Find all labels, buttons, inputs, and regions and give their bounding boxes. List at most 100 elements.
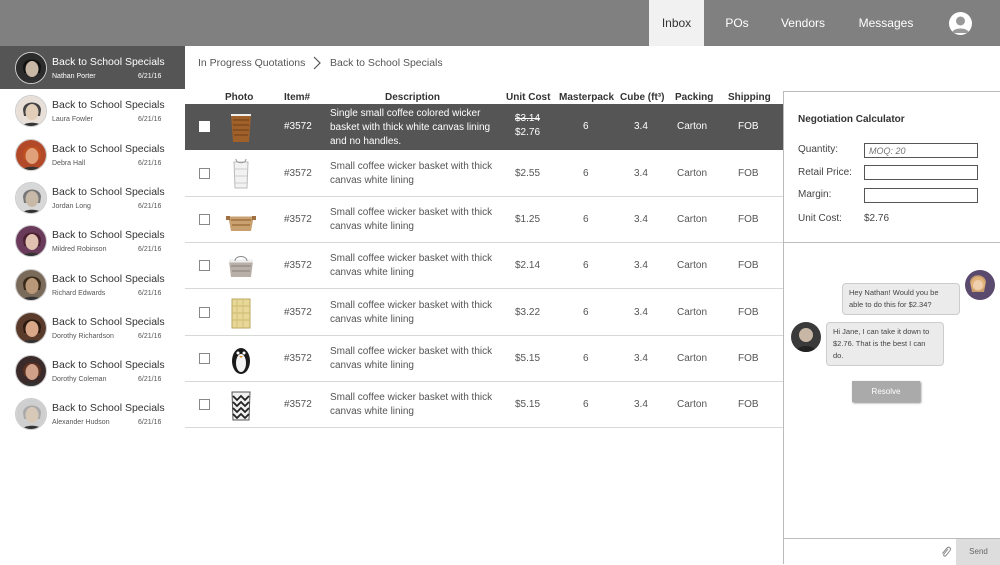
row-checkbox[interactable] — [199, 353, 210, 364]
calculator-title: Negotiation Calculator — [798, 114, 905, 125]
contact-avatar — [15, 225, 47, 258]
conversation-item[interactable]: Back to School Specials Mildred Robinson 6… — [0, 219, 185, 262]
conversation-item[interactable]: Back to School Specials Dorothy Coleman 6/… — [0, 349, 185, 392]
contact-name: Dorothy Coleman — [52, 376, 107, 384]
masterpack: 6 — [583, 353, 589, 364]
table-row[interactable]: #3572 Small coffee wicker basket with thi… — [185, 151, 783, 197]
product-photo — [225, 157, 257, 191]
table-row[interactable]: #3572 Small coffee wicker basket with thi… — [185, 382, 783, 428]
item-number: #3572 — [284, 307, 312, 318]
table-row[interactable]: #3572 Single small coffee colored wicker … — [185, 104, 783, 150]
table-row[interactable]: #3572 Small coffee wicker basket with thi… — [185, 290, 783, 336]
masterpack: 6 — [583, 214, 589, 225]
item-description: Small coffee wicker basket with thick ca… — [330, 392, 493, 417]
contact-name: Alexander Hudson — [52, 419, 110, 427]
unit-cost: $2.55 — [515, 168, 541, 179]
send-button[interactable]: Send — [956, 538, 1000, 565]
item-number: #3572 — [284, 214, 312, 225]
conversation-title: Back to School Specials — [52, 272, 165, 285]
packing: Carton — [677, 121, 708, 132]
shipping: FOB — [738, 168, 759, 179]
conversation-item[interactable]: Back to School Specials Dorothy Richardso… — [0, 306, 185, 349]
conversation-title: Back to School Specials — [52, 359, 165, 372]
resolve-button[interactable]: Resolve — [852, 381, 920, 402]
conversation-item[interactable]: Back to School Specials Nathan Porter 6/21… — [0, 46, 185, 89]
header-photo: Photo — [225, 92, 254, 103]
conversation-item[interactable]: Back to School Specials Debra Hall 6/21/16 — [0, 133, 185, 176]
paperclip-icon[interactable] — [940, 545, 952, 559]
cube: 3.4 — [634, 399, 648, 410]
product-photo — [225, 249, 257, 283]
unit-cost: $5.15 — [515, 399, 541, 410]
table-row[interactable]: #3572 Small coffee wicker basket with thi… — [185, 336, 783, 382]
item-number: #3572 — [284, 168, 312, 179]
conversation-date: 6/21/16 — [138, 419, 162, 427]
product-photo — [225, 342, 257, 376]
table-row[interactable]: #3572 Small coffee wicker basket with thi… — [185, 243, 783, 289]
contact-avatar — [15, 355, 47, 388]
row-checkbox[interactable] — [199, 307, 210, 318]
conversation-item[interactable]: Back to School Specials Laura Fowler 6/21/… — [0, 89, 185, 132]
table-row[interactable]: #3572 Small coffee wicker basket with thi… — [185, 197, 783, 243]
item-number: #3572 — [284, 260, 312, 271]
breadcrumb-current: Back to School Specials — [330, 57, 443, 69]
breadcrumb-link-quotations[interactable]: In Progress Quotations — [198, 57, 305, 69]
conversation-date: 6/21/16 — [138, 202, 162, 210]
tab-vendors[interactable]: Vendors — [770, 0, 836, 46]
header-cube: Cube (ft³) — [620, 92, 665, 103]
shipping: FOB — [738, 353, 759, 364]
masterpack: 6 — [583, 121, 589, 132]
masterpack: 6 — [583, 399, 589, 410]
contact-name: Debra Hall — [52, 159, 86, 167]
conversation-date: 6/21/16 — [138, 159, 162, 167]
retail-price-input[interactable] — [864, 165, 978, 180]
row-checkbox[interactable] — [199, 214, 210, 225]
conversation-title: Back to School Specials — [52, 402, 165, 415]
header-masterpack: Masterpack — [559, 92, 615, 103]
nathan-avatar — [791, 322, 821, 352]
masterpack: 6 — [583, 168, 589, 179]
conversation-item[interactable]: Back to School Specials Jordan Long 6/21/1… — [0, 176, 185, 219]
conversation-item[interactable]: Back to School Specials Alexander Hudson 6… — [0, 392, 185, 435]
item-description: Small coffee wicker basket with thick ca… — [330, 207, 493, 232]
shipping: FOB — [738, 121, 759, 132]
shipping: FOB — [738, 214, 759, 225]
quantity-input[interactable] — [864, 143, 978, 158]
header-item: Item# — [284, 92, 311, 103]
unit-cost-value: $2.76 — [864, 213, 890, 224]
unit-cost: $5.15 — [515, 353, 541, 364]
packing: Carton — [677, 307, 708, 318]
conversation-item[interactable]: Back to School Specials Richard Edwards 6/… — [0, 263, 185, 306]
conversation-date: 6/21/16 — [138, 246, 162, 254]
margin-input[interactable] — [864, 188, 978, 203]
packing: Carton — [677, 168, 708, 179]
conversation-date: 6/21/16 — [138, 73, 162, 80]
negotiation-panel: Negotiation Calculator Quantity: Retail … — [783, 91, 1000, 565]
conversation-title: Back to School Specials — [52, 142, 165, 155]
item-number: #3572 — [284, 353, 312, 364]
item-number: #3572 — [284, 121, 312, 132]
contact-name: Mildred Robinson — [52, 246, 107, 254]
shipping: FOB — [738, 399, 759, 410]
tab-messages[interactable]: Messages — [853, 0, 919, 46]
user-avatar-icon[interactable] — [949, 12, 972, 35]
contact-name: Richard Edwards — [52, 289, 106, 297]
row-checkbox[interactable] — [199, 399, 210, 410]
header-packing: Packing — [675, 92, 714, 103]
tab-pos[interactable]: POs — [710, 0, 764, 46]
header-unit-cost: Unit Cost — [506, 92, 551, 103]
row-checkbox[interactable] — [199, 168, 210, 179]
chat-message-outgoing: Hi Jane, I can take it down to $2.76. Th… — [826, 322, 944, 366]
row-checkbox[interactable] — [199, 260, 210, 271]
chevron-right-icon — [313, 56, 321, 70]
conversation-title: Back to School Specials — [52, 185, 165, 198]
conversation-title: Back to School Specials — [52, 56, 165, 68]
cube: 3.4 — [634, 214, 648, 225]
contact-avatar — [15, 52, 47, 84]
item-description: Small coffee wicker basket with thick ca… — [330, 161, 493, 186]
chat-message-input[interactable] — [784, 538, 956, 565]
packing: Carton — [677, 214, 708, 225]
row-checkbox[interactable] — [199, 121, 210, 132]
tab-inbox[interactable]: Inbox — [649, 0, 704, 46]
header-description: Description — [385, 92, 441, 103]
